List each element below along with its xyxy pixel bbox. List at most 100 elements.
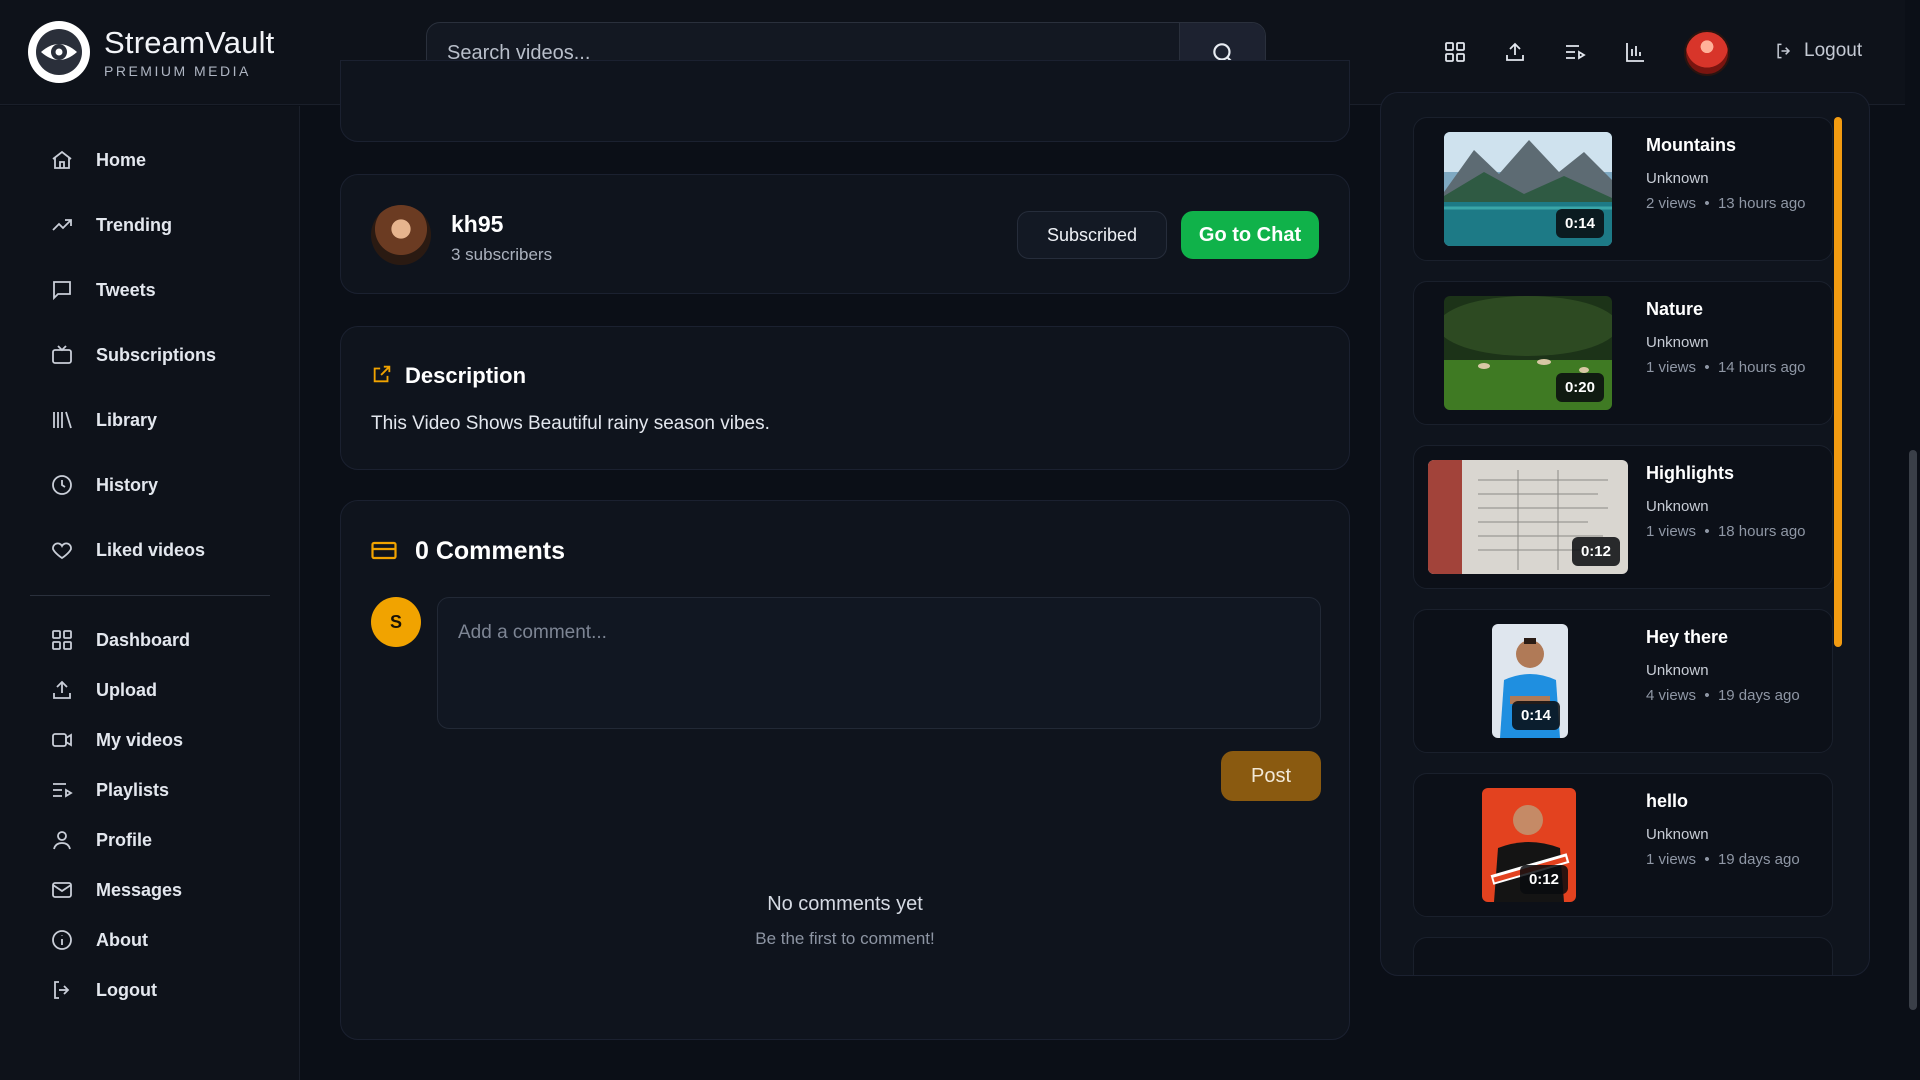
commenter-avatar: S (371, 597, 421, 647)
channel-card: kh95 3 subscribers Subscribed Go to Chat (340, 174, 1350, 294)
channel-subscriber-count: 3 subscribers (451, 245, 553, 264)
upload-icon (1506, 42, 1524, 61)
page-scrollbar[interactable] (1909, 450, 1917, 1010)
sidebar-item-label: Liked videos (96, 539, 206, 560)
video-views: 1 views (1646, 359, 1697, 376)
app-logo[interactable]: StreamVault PREMIUM MEDIA (28, 21, 274, 83)
dashboard-button[interactable] (1440, 37, 1470, 67)
sidebar-item-logout[interactable]: Logout (48, 976, 157, 1004)
description-card: Description This Video Shows Beautiful r… (340, 326, 1350, 470)
video-title[interactable]: hello (1646, 791, 1688, 812)
sidebar-item-about[interactable]: About (48, 926, 148, 954)
app-tagline: PREMIUM MEDIA (104, 63, 251, 79)
sidebar-item-label: Subscriptions (96, 344, 217, 365)
video-thumbnail[interactable]: 0:20 (1444, 296, 1612, 410)
sidebar-item-history[interactable]: History (48, 471, 158, 499)
sidebar-item-trending[interactable]: Trending (48, 211, 172, 239)
video-meta: 1 views • 19 days ago (1646, 851, 1800, 868)
video-duration: 0:12 (1571, 537, 1620, 566)
related-video-card[interactable] (1413, 937, 1833, 975)
video-duration: 0:20 (1555, 373, 1604, 402)
sidebar-item-upload[interactable]: Upload (48, 676, 157, 704)
video-title[interactable]: Hey there (1646, 627, 1728, 648)
trending-icon (48, 211, 76, 239)
sidebar-item-label: Messages (96, 879, 183, 900)
video-duration: 0:12 (1519, 865, 1568, 894)
video-author: Unknown (1646, 498, 1709, 515)
video-meta: 2 views • 13 hours ago (1646, 195, 1806, 212)
video-duration: 0:14 (1555, 209, 1604, 238)
related-video-card[interactable]: 0:14 Hey there Unknown 4 views • 19 days… (1413, 609, 1833, 753)
sidebar-item-subscriptions[interactable]: Subscriptions (48, 341, 216, 369)
channel-name[interactable]: kh95 (451, 211, 503, 238)
comment-icon (371, 541, 397, 561)
panel-scrollbar[interactable] (1834, 117, 1842, 647)
video-author: Unknown (1646, 662, 1709, 679)
sidebar-item-liked-videos[interactable]: Liked videos (48, 536, 205, 564)
video-meta: 1 views • 18 hours ago (1646, 523, 1806, 540)
channel-avatar[interactable] (371, 205, 431, 265)
sidebar-item-library[interactable]: Library (48, 406, 157, 434)
video-title[interactable]: Highlights (1646, 463, 1734, 484)
sidebar-item-label: My videos (96, 729, 184, 750)
sidebar-item-profile[interactable]: Profile (48, 826, 152, 854)
sidebar-item-label: About (96, 929, 148, 950)
external-link-icon (371, 363, 393, 385)
info-icon (48, 926, 76, 954)
video-thumbnail[interactable]: 0:12 (1482, 788, 1576, 902)
description-text: This Video Shows Beautiful rainy season … (371, 413, 770, 434)
video-thumbnail[interactable]: 0:14 (1492, 624, 1568, 738)
go-to-chat-button[interactable]: Go to Chat (1181, 211, 1319, 259)
sidebar-item-playlists[interactable]: Playlists (48, 776, 169, 804)
related-video-card[interactable]: 0:12 hello Unknown 1 views • 19 days ago (1413, 773, 1833, 917)
video-icon (48, 726, 76, 754)
video-title[interactable]: Nature (1646, 299, 1703, 320)
sidebar-item-home[interactable]: Home (48, 146, 146, 174)
video-author: Unknown (1646, 170, 1709, 187)
video-views: 4 views (1646, 687, 1697, 704)
playlists-button[interactable] (1560, 37, 1590, 67)
video-views: 1 views (1646, 523, 1697, 540)
related-videos-panel: 0:14 Mountains Unknown 2 views • 13 hour… (1380, 92, 1870, 976)
video-age: 13 hours ago (1717, 195, 1806, 212)
related-video-card[interactable]: 0:20 Nature Unknown 1 views • 14 hours a… (1413, 281, 1833, 425)
mail-icon (48, 876, 76, 904)
clock-icon (48, 471, 76, 499)
video-age: 14 hours ago (1717, 359, 1806, 376)
related-video-card[interactable]: 0:14 Mountains Unknown 2 views • 13 hour… (1413, 117, 1833, 261)
sidebar-item-label: Upload (96, 679, 157, 700)
comment-input[interactable] (437, 597, 1321, 729)
post-comment-button[interactable]: Post (1221, 751, 1321, 801)
heart-icon (48, 536, 76, 564)
user-icon (48, 826, 76, 854)
upload-button[interactable] (1500, 37, 1530, 67)
logout-icon (1777, 43, 1791, 59)
sidebar-divider (30, 595, 270, 596)
sidebar-item-label: Playlists (96, 779, 170, 800)
video-actions-card (340, 60, 1350, 142)
sidebar-item-label: Trending (96, 214, 172, 235)
empty-comments-title: No comments yet (767, 893, 923, 915)
video-meta: 4 views • 19 days ago (1646, 687, 1800, 704)
playlist-icon (1566, 45, 1586, 60)
header-logout-button[interactable]: Logout (1774, 40, 1862, 62)
sidebar-item-my-videos[interactable]: My videos (48, 726, 183, 754)
video-views: 2 views (1646, 195, 1697, 212)
sidebar-item-dashboard[interactable]: Dashboard (48, 626, 190, 654)
video-author: Unknown (1646, 826, 1709, 843)
header-logout-label: Logout (1804, 40, 1863, 61)
related-video-card[interactable]: 0:12 Highlights Unknown 1 views • 18 hou… (1413, 445, 1833, 589)
video-duration: 0:14 (1511, 701, 1560, 730)
sidebar-item-label: Library (96, 409, 158, 430)
user-avatar[interactable] (1684, 30, 1730, 76)
video-thumbnail[interactable]: 0:14 (1444, 132, 1612, 246)
subscribe-button[interactable]: Subscribed (1017, 211, 1167, 259)
stats-button[interactable] (1620, 37, 1650, 67)
video-thumbnail[interactable]: 0:12 (1428, 460, 1628, 574)
library-icon (48, 406, 76, 434)
video-title[interactable]: Mountains (1646, 135, 1736, 156)
video-age: 19 days ago (1717, 687, 1800, 704)
sidebar-item-tweets[interactable]: Tweets (48, 276, 156, 304)
sidebar-item-messages[interactable]: Messages (48, 876, 182, 904)
sidebar-item-label: Dashboard (96, 629, 191, 650)
